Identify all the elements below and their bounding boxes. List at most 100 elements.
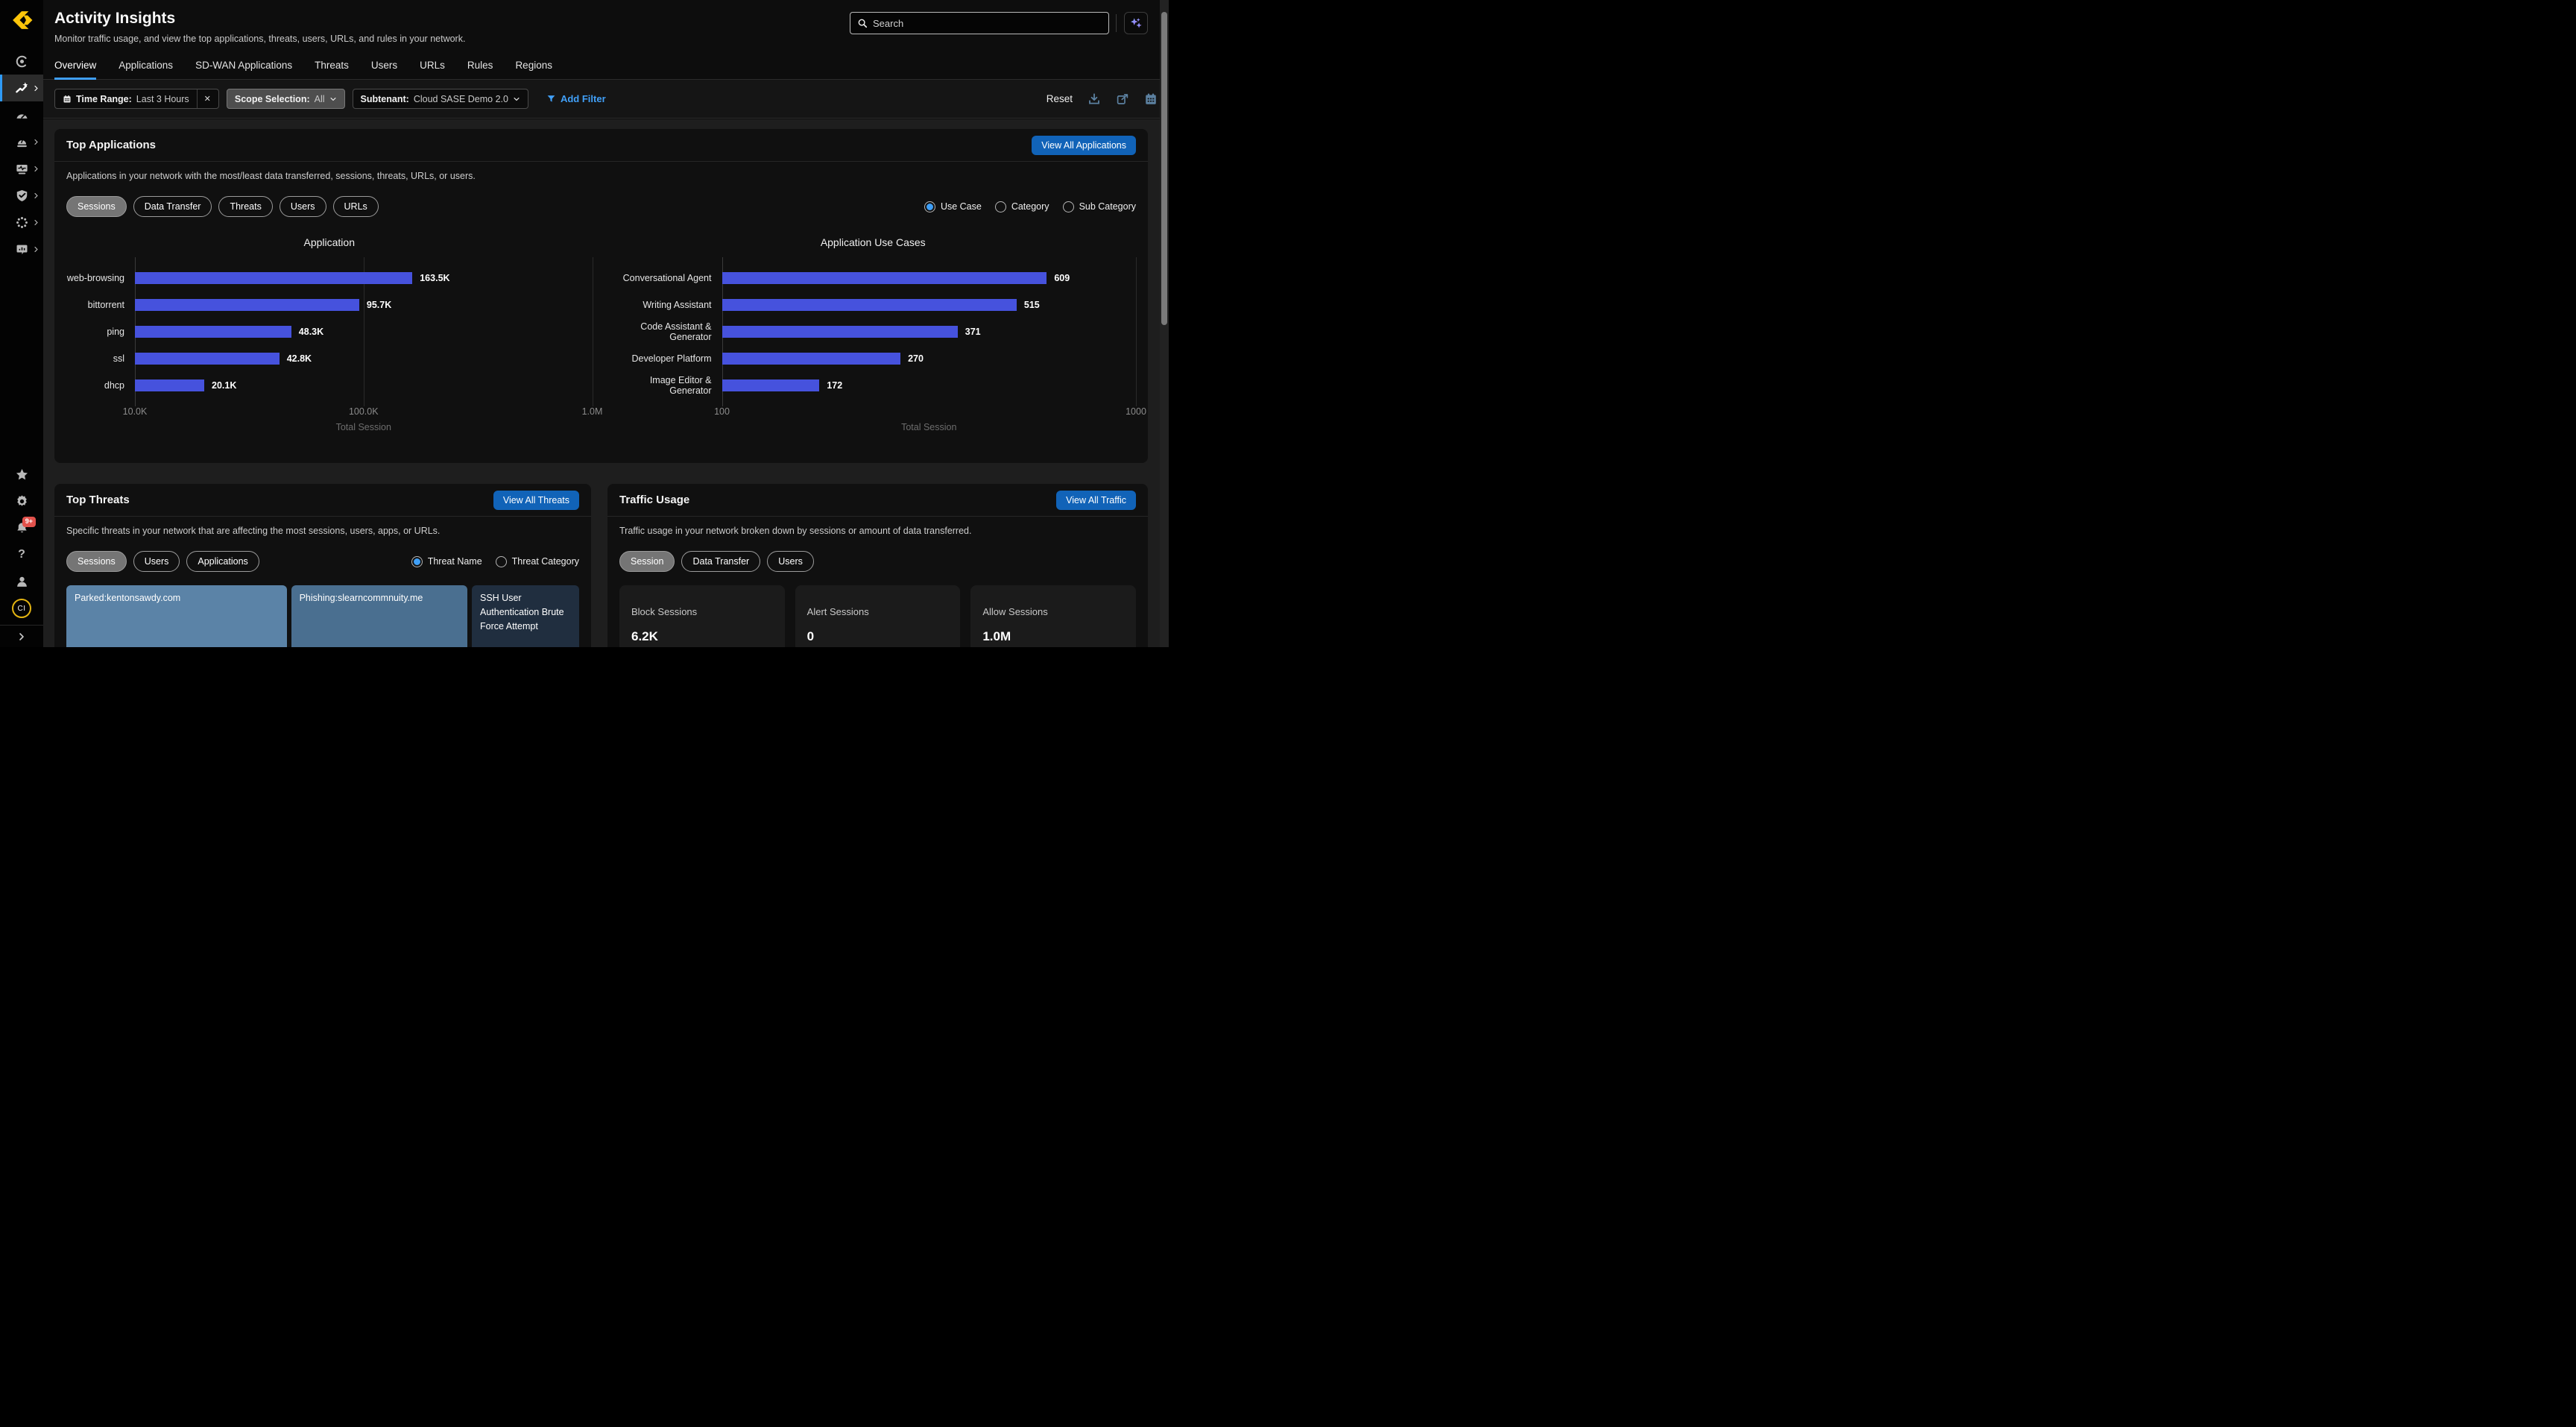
help-button[interactable]: ? [0, 541, 43, 568]
tab-users[interactable]: Users [371, 60, 397, 79]
axis-tick: 100.0K [349, 406, 379, 417]
sidebar-item-alerts[interactable] [0, 128, 43, 155]
bar-code-assistant-generator[interactable] [722, 326, 958, 338]
stat-label: Block Sessions [631, 606, 773, 617]
download-icon[interactable] [1087, 92, 1101, 106]
tab-threats[interactable]: Threats [315, 60, 349, 79]
bar-value-label: 42.8K [287, 353, 312, 364]
time-range-filter[interactable]: Time Range: Last 3 Hours ✕ [54, 89, 219, 109]
radio-dot [1063, 201, 1074, 212]
bar-web-browsing[interactable] [135, 272, 412, 284]
radio-category[interactable]: Category [995, 201, 1049, 212]
window-scrollbar[interactable] [1160, 0, 1169, 647]
bar-image-editor-generator[interactable] [722, 379, 820, 391]
sidebar-item-health[interactable] [0, 155, 43, 182]
axis-row: 1001000 [610, 406, 1137, 418]
view-all-applications-button[interactable]: View All Applications [1032, 136, 1136, 155]
schedule-calendar-icon[interactable] [1144, 92, 1158, 106]
bar-dhcp[interactable] [135, 379, 204, 391]
chevron-down-icon [329, 95, 337, 103]
bar-writing-assistant[interactable] [722, 299, 1017, 311]
radio-threat-name[interactable]: Threat Name [411, 556, 482, 567]
search-icon [857, 18, 868, 28]
profile-button[interactable] [0, 568, 43, 595]
settings-button[interactable] [0, 488, 43, 514]
tab-overview[interactable]: Overview [54, 60, 96, 79]
treemap-tile-phishing-slearncommnuity-me[interactable]: Phishing:slearncommnuity.me [291, 585, 467, 647]
pill-users[interactable]: Users [767, 551, 814, 572]
tenant-avatar[interactable]: CI [0, 595, 43, 622]
pill-applications[interactable]: Applications [186, 551, 259, 572]
bar-conversational-agent[interactable] [722, 272, 1047, 284]
axis-title: Total Session [135, 422, 593, 432]
add-filter-button[interactable]: Add Filter [546, 93, 606, 104]
pill-sessions[interactable]: Sessions [66, 196, 127, 217]
bar-track: 270 [722, 345, 1137, 372]
pill-threats[interactable]: Threats [218, 196, 272, 217]
bar-ssl[interactable] [135, 353, 280, 365]
calendar-icon [63, 95, 72, 104]
tab-sd-wan-applications[interactable]: SD-WAN Applications [195, 60, 292, 79]
pill-data-transfer[interactable]: Data Transfer [133, 196, 212, 217]
top-threats-card: Top Threats View All Threats Specific th… [54, 484, 591, 647]
page-title: Activity Insights [54, 10, 175, 28]
reset-button[interactable]: Reset [1046, 93, 1073, 104]
chart-title: Application [66, 236, 593, 248]
shield-check-icon [15, 189, 29, 203]
favorites-button[interactable] [0, 461, 43, 488]
tab-regions[interactable]: Regions [515, 60, 552, 79]
bar-value-label: 20.1K [212, 380, 236, 391]
pill-sessions[interactable]: Sessions [66, 551, 127, 572]
tab-bar: Overview Applications SD-WAN Applications T… [43, 60, 1169, 80]
brand-logo-icon[interactable] [9, 7, 34, 33]
sidebar-item-monitor[interactable] [0, 101, 43, 128]
view-all-traffic-button[interactable]: View All Traffic [1056, 491, 1136, 510]
sidebar-item-reports[interactable] [0, 236, 43, 262]
tab-applications[interactable]: Applications [119, 60, 173, 79]
main-area: Activity Insights Monitor traffic usage,… [43, 0, 1169, 647]
bar-bittorrent[interactable] [135, 299, 359, 311]
bar-category-label: dhcp [66, 380, 135, 391]
chart-plot: web-browsing163.5Kbittorrent95.7Kping48.… [66, 265, 593, 399]
gridline [1136, 257, 1137, 406]
search-input[interactable] [873, 18, 1102, 29]
sidebar-item-command-center[interactable] [0, 48, 43, 75]
notifications-button[interactable]: 9+ [0, 514, 43, 541]
traffic-usage-metric-pills: Session Data Transfer Users [619, 551, 814, 572]
scrollbar-thumb[interactable] [1161, 12, 1167, 325]
top-threats-title: Top Threats [66, 494, 130, 506]
pill-users[interactable]: Users [280, 196, 326, 217]
treemap-tile-ssh-user-authentication-brute-force-attempt[interactable]: SSH User Authentication Brute Force Atte… [472, 585, 579, 647]
radio-sub-category[interactable]: Sub Category [1063, 201, 1136, 212]
view-all-threats-button[interactable]: View All Threats [493, 491, 579, 510]
radio-threat-category[interactable]: Threat Category [496, 556, 579, 567]
sidebar-item-services[interactable] [0, 209, 43, 236]
treemap-tile-parked-kentonsawdy-com[interactable]: Parked:kentonsawdy.com [66, 585, 287, 647]
sidebar-item-posture[interactable] [0, 182, 43, 209]
bar-track: 20.1K [135, 372, 593, 399]
scope-selection-filter[interactable]: Scope Selection: All [227, 89, 345, 109]
page-header: Activity Insights Monitor traffic usage,… [43, 0, 1169, 60]
pill-data-transfer[interactable]: Data Transfer [681, 551, 760, 572]
chart-plot: Conversational Agent609Writing Assistant… [610, 265, 1137, 399]
sidebar-item-activity-insights[interactable] [0, 75, 43, 101]
bar-ping[interactable] [135, 326, 291, 338]
tab-rules[interactable]: Rules [467, 60, 493, 79]
tab-urls[interactable]: URLs [420, 60, 445, 79]
dotted-ring-icon [15, 215, 29, 230]
subtenant-filter[interactable]: Subtenant: Cloud SASE Demo 2.0 [353, 89, 528, 109]
pill-urls[interactable]: URLs [333, 196, 379, 217]
remove-time-filter-button[interactable]: ✕ [197, 89, 211, 108]
ai-copilot-button[interactable] [1124, 12, 1148, 34]
bar-track: 42.8K [135, 345, 593, 372]
target-icon [15, 54, 29, 69]
pill-session[interactable]: Session [619, 551, 675, 572]
export-icon[interactable] [1116, 92, 1129, 106]
sidebar: 9+ ? CI [0, 0, 43, 647]
radio-label: Threat Name [428, 556, 482, 567]
sidebar-expand-button[interactable] [0, 625, 43, 647]
axis-ticks: 1001000 [722, 406, 1137, 418]
radio-use-case[interactable]: Use Case [924, 201, 982, 212]
bar-developer-platform[interactable] [722, 353, 901, 365]
pill-users[interactable]: Users [133, 551, 180, 572]
